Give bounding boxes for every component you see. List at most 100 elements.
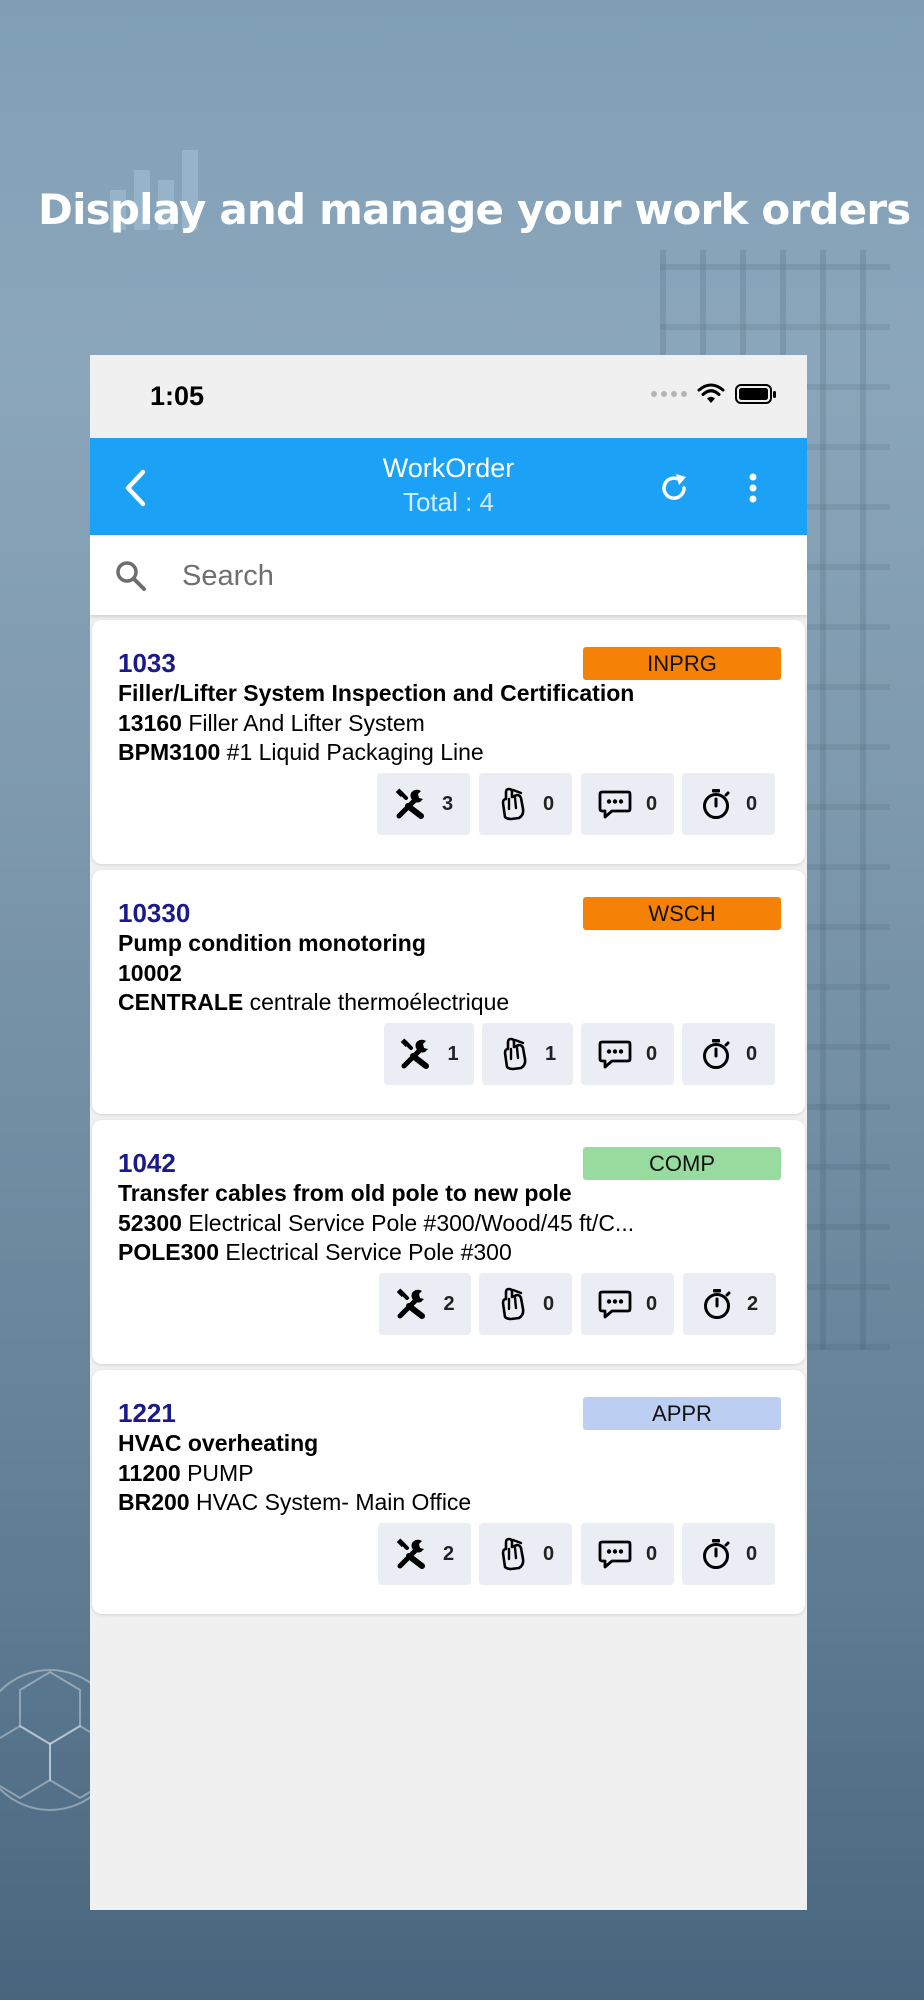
work-order-description: Filler/Lifter System Inspection and Cert… [118, 680, 635, 706]
timers-chip[interactable]: 2 [683, 1273, 776, 1335]
status-badge: WSCH [583, 897, 781, 930]
work-order-list: 1033 INPRG Filler/Lifter System Inspecti… [90, 615, 807, 1614]
status-icons [651, 383, 777, 405]
location-id: CENTRALE [118, 989, 244, 1015]
location-id: POLE300 [118, 1239, 219, 1265]
comments-chip[interactable]: 0 [581, 1023, 674, 1085]
battery-icon [735, 384, 776, 404]
labor-count: 2 [442, 1542, 455, 1565]
timers-chip[interactable]: 0 [682, 1523, 775, 1585]
app-bar-title-block: WorkOrder Total : 4 [90, 451, 807, 519]
work-order-card[interactable]: 1042 COMP Transfer cables from old pole … [92, 1120, 805, 1364]
more-vertical-icon [749, 473, 757, 503]
asset-id: 10002 [118, 960, 182, 986]
refresh-button[interactable] [652, 466, 696, 510]
location-description: #1 Liquid Packaging Line [226, 739, 484, 765]
comments-count: 0 [645, 1292, 658, 1315]
signal-dots-icon [651, 391, 687, 397]
comments-count: 0 [645, 1042, 658, 1065]
wrench-screwdriver-icon [399, 1037, 433, 1071]
hand-attachment-icon [499, 1037, 531, 1071]
phone-screen: 1:05 WorkOrder Total : 4 Search 1033 INP… [90, 355, 807, 1910]
wrench-screwdriver-icon [395, 1537, 429, 1571]
asset-line: 13160 Filler And Lifter System [118, 710, 425, 737]
location-description: HVAC System- Main Office [196, 1489, 472, 1515]
status-bar: 1:05 [90, 355, 807, 438]
work-order-number: 1033 [118, 648, 176, 678]
asset-line: 10002 [118, 960, 182, 987]
stopwatch-icon [700, 787, 732, 821]
labor-count: 2 [443, 1292, 455, 1315]
stopwatch-icon [701, 1287, 733, 1321]
work-order-number: 1221 [118, 1398, 176, 1428]
hand-attachment-icon [497, 787, 529, 821]
comment-bubble-icon [598, 788, 632, 820]
wrench-screwdriver-icon [395, 1287, 429, 1321]
labor-chip[interactable]: 2 [379, 1273, 471, 1335]
attachments-chip[interactable]: 0 [479, 1523, 572, 1585]
refresh-icon [662, 474, 686, 500]
asset-id: 13160 [118, 710, 182, 736]
status-time: 1:05 [150, 381, 205, 411]
location-line: CENTRALE centrale thermoélectrique [118, 989, 509, 1016]
status-badge: APPR [583, 1397, 781, 1430]
attachments-count: 0 [542, 1542, 555, 1565]
comment-bubble-icon [598, 1538, 632, 1570]
location-line: POLE300 Electrical Service Pole #300 [118, 1239, 512, 1266]
page-title: WorkOrder [382, 453, 515, 483]
total-count: Total : 4 [402, 487, 495, 517]
attachments-chip[interactable]: 1 [482, 1023, 573, 1085]
location-line: BR200 HVAC System- Main Office [118, 1489, 471, 1516]
app-bar: WorkOrder Total : 4 [90, 438, 807, 535]
timers-count: 0 [745, 1042, 758, 1065]
more-menu-button[interactable] [738, 466, 768, 510]
asset-id: 11200 [118, 1460, 181, 1486]
work-order-number: 10330 [118, 898, 191, 928]
timers-chip[interactable]: 0 [682, 773, 775, 835]
labor-chip[interactable]: 1 [384, 1023, 474, 1085]
work-order-card[interactable]: 1033 INPRG Filler/Lifter System Inspecti… [92, 620, 805, 864]
asset-description: Filler And Lifter System [188, 710, 425, 736]
work-order-description: Pump condition monotoring [118, 930, 426, 956]
work-order-description: HVAC overheating [118, 1430, 319, 1456]
asset-description: Electrical Service Pole #300/Wood/45 ft/… [188, 1210, 635, 1236]
timers-chip[interactable]: 0 [682, 1023, 775, 1085]
work-order-card[interactable]: 1221 APPR HVAC overheating 11200 PUMP BR… [92, 1370, 805, 1614]
search-bar [90, 535, 807, 615]
work-order-number: 1042 [118, 1148, 176, 1178]
location-id: BPM3100 [118, 739, 221, 765]
location-id: BR200 [118, 1489, 190, 1515]
search-icon [116, 561, 146, 591]
comment-bubble-icon [598, 1038, 632, 1070]
attachments-count: 0 [542, 792, 555, 815]
hand-attachment-icon [497, 1287, 529, 1321]
labor-chip[interactable]: 3 [377, 773, 470, 835]
hand-attachment-icon [497, 1537, 529, 1571]
comments-count: 0 [645, 1542, 658, 1565]
timers-count: 2 [746, 1292, 759, 1315]
comments-chip[interactable]: 0 [581, 1273, 674, 1335]
page-headline: Display and manage your work orders [38, 185, 911, 234]
comments-chip[interactable]: 0 [581, 773, 674, 835]
wifi-icon [697, 383, 725, 403]
stopwatch-icon [700, 1037, 732, 1071]
asset-line: 11200 PUMP [118, 1460, 254, 1487]
location-description: Electrical Service Pole #300 [225, 1239, 512, 1265]
labor-chip[interactable]: 2 [378, 1523, 471, 1585]
labor-count: 1 [447, 1042, 459, 1065]
attachments-count: 0 [542, 1292, 555, 1315]
attachments-chip[interactable]: 0 [479, 773, 572, 835]
status-badge: INPRG [583, 647, 781, 680]
search-input[interactable] [180, 549, 764, 603]
status-badge: COMP [583, 1147, 781, 1180]
attachments-chip[interactable]: 0 [479, 1273, 572, 1335]
comment-bubble-icon [598, 1288, 632, 1320]
timers-count: 0 [745, 792, 758, 815]
location-description: centrale thermoélectrique [249, 989, 510, 1015]
comments-chip[interactable]: 0 [581, 1523, 674, 1585]
wrench-screwdriver-icon [394, 787, 428, 821]
asset-line: 52300 Electrical Service Pole #300/Wood/… [118, 1210, 634, 1237]
work-order-card[interactable]: 10330 WSCH Pump condition monotoring 100… [92, 870, 805, 1114]
labor-count: 3 [441, 792, 454, 815]
location-line: BPM3100 #1 Liquid Packaging Line [118, 739, 484, 766]
